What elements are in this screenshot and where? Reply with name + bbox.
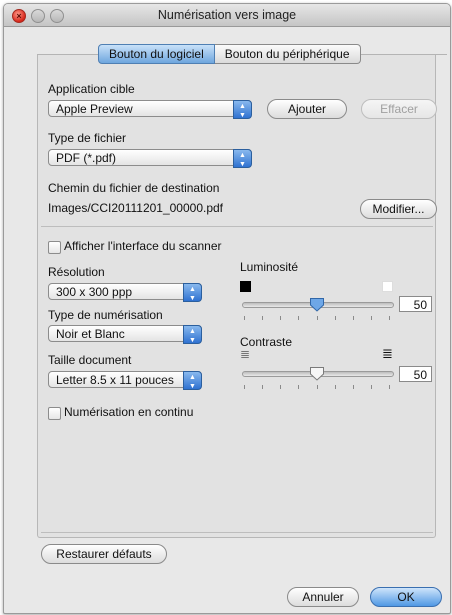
doc-size-value: Letter 8.5 x 11 pouces <box>56 373 174 387</box>
brightness-slider-knob[interactable] <box>309 297 325 312</box>
popup-arrows-icon: ▲ ▼ <box>183 283 202 302</box>
file-type-value: PDF (*.pdf) <box>56 151 117 165</box>
brightness-value-field[interactable]: 50 <box>399 296 432 312</box>
modify-path-button[interactable]: Modifier... <box>360 199 437 219</box>
brightness-light-icon <box>382 281 393 292</box>
brightness-ticks <box>244 316 390 320</box>
scan-type-label: Type de numérisation <box>48 308 163 322</box>
contrast-value-field[interactable]: 50 <box>399 366 432 382</box>
tab-device-button[interactable]: Bouton du périphérique <box>214 44 361 64</box>
contrast-low-icon: ≣ <box>240 347 251 361</box>
cancel-button[interactable]: Annuler <box>287 587 359 607</box>
continuous-scan-checkbox[interactable] <box>48 407 61 420</box>
dialog-window: × Numérisation vers image Bouton du logi… <box>3 3 451 614</box>
popup-arrows-icon: ▲ ▼ <box>183 371 202 390</box>
tab-control: Bouton du logiciel Bouton du périphériqu… <box>98 44 361 64</box>
add-app-button[interactable]: Ajouter <box>267 99 347 119</box>
window-title: Numérisation vers image <box>157 8 297 22</box>
title-bar[interactable]: × Numérisation vers image <box>4 4 450 27</box>
contrast-high-icon: ≣ <box>382 346 393 361</box>
show-scanner-ui-label: Afficher l'interface du scanner <box>64 239 222 253</box>
destination-path: Images/CCI20111201_00000.pdf <box>48 201 224 215</box>
contrast-ticks <box>244 385 390 389</box>
doc-size-label: Taille document <box>48 353 132 367</box>
doc-size-popup[interactable]: Letter 8.5 x 11 pouces ▲ ▼ <box>48 371 202 390</box>
resolution-popup[interactable]: 300 x 300 ppp ▲ ▼ <box>48 283 202 302</box>
destination-label: Chemin du fichier de destination <box>48 181 220 195</box>
continuous-scan-label: Numérisation en continu <box>64 405 194 419</box>
delete-app-button[interactable]: Effacer <box>361 99 437 119</box>
resolution-value: 300 x 300 ppp <box>56 285 133 299</box>
scan-type-popup[interactable]: Noir et Blanc ▲ ▼ <box>48 325 202 344</box>
file-type-label: Type de fichier <box>48 131 127 145</box>
resolution-label: Résolution <box>48 265 105 279</box>
brightness-dark-icon <box>240 281 251 292</box>
tab-software-button[interactable]: Bouton du logiciel <box>98 44 215 64</box>
popup-arrows-icon: ▲ ▼ <box>233 149 252 168</box>
scan-type-value: Noir et Blanc <box>56 327 125 341</box>
brightness-label: Luminosité <box>240 260 299 274</box>
restore-defaults-button[interactable]: Restaurer défauts <box>41 544 167 564</box>
target-app-label: Application cible <box>48 82 135 96</box>
separator <box>41 532 433 533</box>
separator <box>41 226 433 227</box>
ok-button[interactable]: OK <box>370 587 442 607</box>
contrast-slider-knob[interactable] <box>309 366 325 381</box>
target-app-popup[interactable]: Apple Preview ▲ ▼ <box>48 100 252 119</box>
popup-arrows-icon: ▲ ▼ <box>183 325 202 344</box>
popup-arrows-icon: ▲ ▼ <box>233 100 252 119</box>
file-type-popup[interactable]: PDF (*.pdf) ▲ ▼ <box>48 149 252 168</box>
show-scanner-ui-checkbox[interactable] <box>48 241 61 254</box>
target-app-value: Apple Preview <box>56 102 133 116</box>
